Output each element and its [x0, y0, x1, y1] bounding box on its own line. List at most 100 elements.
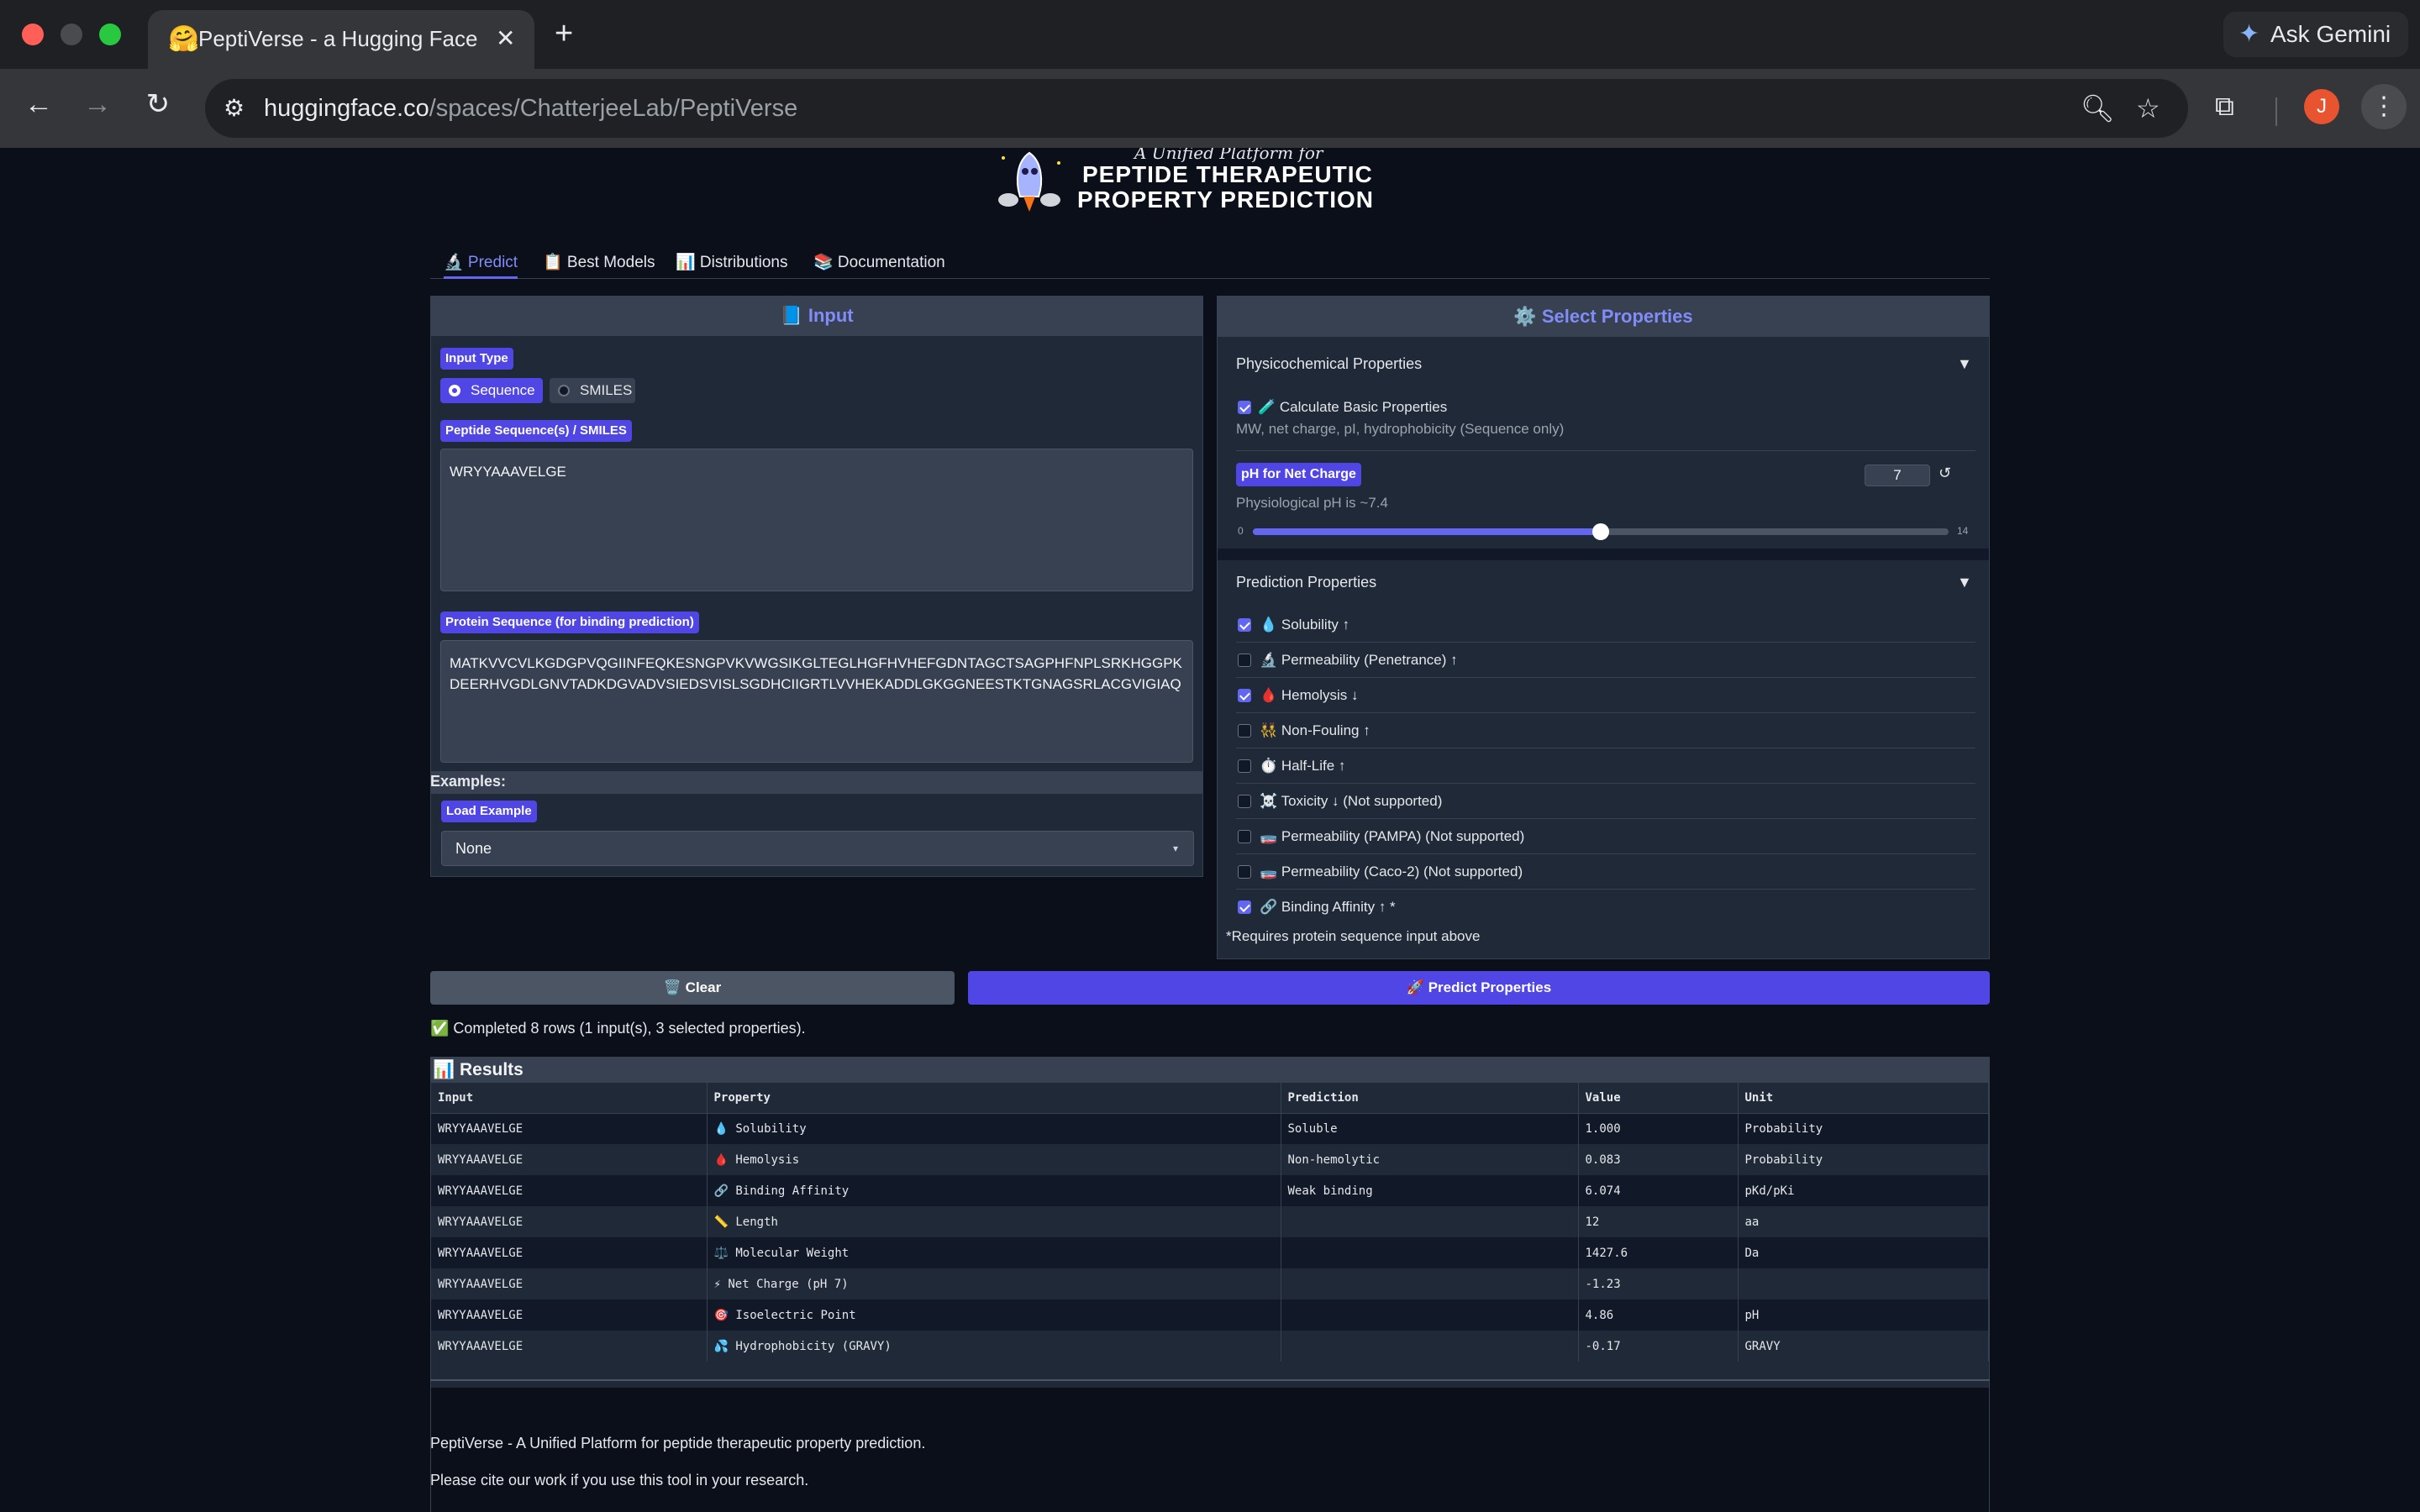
tab-documentation[interactable]: 📚 Documentation: [813, 249, 945, 279]
tab-best-models[interactable]: 📋 Best Models: [543, 249, 655, 279]
property-checkbox[interactable]: [1238, 795, 1251, 808]
cell-prediction: [1281, 1268, 1579, 1299]
cell-prediction: [1281, 1299, 1579, 1331]
property-checkbox[interactable]: [1238, 865, 1251, 879]
radio-sequence-label: Sequence: [471, 382, 535, 398]
property-row-permeability-caco2[interactable]: 🧫 Permeability (Caco-2) (Not supported): [1236, 854, 1975, 890]
property-checkbox[interactable]: [1238, 759, 1251, 773]
rocket-mascot-icon: [998, 151, 1060, 212]
load-example-select[interactable]: None ▾: [441, 831, 1194, 866]
profile-avatar[interactable]: J: [2304, 89, 2339, 124]
radio-smiles[interactable]: SMILES: [550, 378, 635, 403]
main-tabs: 🔬 Predict 📋 Best Models 📊 Distributions …: [430, 249, 1990, 279]
property-row-solubility[interactable]: 💧 Solubility ↑: [1236, 607, 1975, 643]
reset-icon[interactable]: ↺: [1939, 465, 1951, 482]
cell-prediction: [1281, 1331, 1579, 1362]
ph-number-input[interactable]: 7: [1865, 465, 1930, 486]
clear-button[interactable]: 🗑️ Clear: [430, 971, 955, 1005]
ph-slider-thumb[interactable]: [1592, 523, 1609, 540]
address-bar[interactable]: ⚙ huggingface.co/spaces/ChatterjeeLab/Pe…: [205, 79, 2188, 138]
cell-input: WRYYAAAVELGE: [431, 1113, 708, 1144]
column-header-value[interactable]: Value: [1578, 1083, 1739, 1114]
property-checkbox[interactable]: [1238, 830, 1251, 843]
prediction-group-title[interactable]: Prediction Properties: [1236, 574, 1376, 591]
window-minimize-button[interactable]: [60, 24, 82, 45]
back-arrow-icon[interactable]: ←: [20, 87, 57, 121]
property-row-half-life[interactable]: ⏱️ Half-Life ↑: [1236, 748, 1975, 784]
table-row: WRYYAAAVELGE 🩸 Hemolysis Non-hemolytic 0.08…: [431, 1144, 1989, 1175]
property-label: 🔬 Permeability (Penetrance) ↑: [1260, 652, 1458, 668]
results-title: 📊 Results: [431, 1058, 1989, 1083]
property-checkbox[interactable]: [1238, 654, 1251, 667]
property-row-non-fouling[interactable]: 👯 Non-Fouling ↑: [1236, 713, 1975, 748]
ph-min-label: 0: [1238, 525, 1244, 537]
group-gap: [1218, 549, 1989, 560]
tab-close-icon[interactable]: ✕: [496, 22, 515, 55]
browser-tab-active[interactable]: 🤗 PeptiVerse - a Hugging Face Space ✕: [148, 10, 534, 69]
cell-unit: pKd/pKi: [1738, 1175, 1989, 1206]
table-row: WRYYAAAVELGE ⚡ Net Charge (pH 7) -1.23: [431, 1268, 1989, 1299]
table-row: WRYYAAAVELGE 💦 Hydrophobicity (GRAVY) -0.1…: [431, 1331, 1989, 1362]
completion-status: ✅ Completed 8 rows (1 input(s), 3 select…: [430, 1020, 806, 1037]
property-checkbox[interactable]: [1238, 724, 1251, 738]
protein-sequence-input[interactable]: MATKVVCVLKGDGPVQGIINFEQKESNGPVKVWGSIKGLT…: [440, 640, 1193, 763]
property-row-binding-affinity[interactable]: 🔗 Binding Affinity ↑ *: [1236, 890, 1975, 925]
ph-max-label: 14: [1957, 525, 1969, 537]
property-label: 🧫 Permeability (Caco-2) (Not supported): [1260, 864, 1523, 879]
cell-property: ⚡ Net Charge (pH 7): [707, 1268, 1281, 1299]
collapse-triangle-icon[interactable]: ▼: [1957, 574, 1972, 591]
logo-title-line2: PROPERTY PREDICTION: [1077, 186, 1374, 213]
cell-input: WRYYAAAVELGE: [431, 1206, 708, 1237]
bookmark-star-icon[interactable]: ☆: [2136, 91, 2160, 126]
properties-panel: ⚙️ Select Properties Physicochemical Pro…: [1217, 296, 1990, 959]
reload-icon[interactable]: ↻: [139, 87, 176, 121]
column-header-property[interactable]: Property: [707, 1083, 1281, 1114]
property-checkbox[interactable]: [1238, 900, 1251, 914]
cell-value: 1.000: [1578, 1113, 1739, 1144]
peptide-sequence-input[interactable]: WRYYAAAVELGE: [440, 449, 1193, 591]
logo-title-line1: PEPTIDE THERAPEUTIC: [1082, 161, 1373, 187]
ask-gemini-button[interactable]: ✦ Ask Gemini: [2223, 12, 2408, 57]
url-text[interactable]: huggingface.co/spaces/ChatterjeeLab/Pept…: [264, 91, 797, 126]
tab-distributions[interactable]: 📊 Distributions: [676, 249, 787, 279]
table-row: WRYYAAAVELGE ⚖️ Molecular Weight 1427.6 Da: [431, 1237, 1989, 1268]
peptiverse-logo: A Unified Platform for PEPTIDE THERAPEUT…: [992, 148, 1373, 217]
zoom-icon[interactable]: 🔍︎: [2081, 91, 2115, 126]
cell-property: ⚖️ Molecular Weight: [707, 1237, 1281, 1268]
property-row-permeability-pampa[interactable]: 🧫 Permeability (PAMPA) (Not supported): [1236, 819, 1975, 854]
collapse-triangle-icon[interactable]: ▼: [1957, 355, 1972, 373]
property-row-permeability-penetrance[interactable]: 🔬 Permeability (Penetrance) ↑: [1236, 643, 1975, 678]
column-header-unit[interactable]: Unit: [1738, 1083, 1989, 1114]
table-row: WRYYAAAVELGE 💧 Solubility Soluble 1.000 Prob…: [431, 1113, 1989, 1144]
ph-slider[interactable]: [1253, 523, 1949, 540]
forward-arrow-icon[interactable]: →: [79, 87, 116, 121]
basic-properties-desc: MW, net charge, pI, hydrophobicity (Sequ…: [1236, 421, 1565, 437]
property-row-hemolysis[interactable]: 🩸 Hemolysis ↓: [1236, 678, 1975, 713]
cell-property: 🔗 Binding Affinity: [707, 1175, 1281, 1206]
radio-sequence[interactable]: Sequence: [440, 378, 543, 403]
new-tab-icon[interactable]: +: [555, 15, 573, 52]
cell-value: -0.17: [1578, 1331, 1739, 1362]
physicochemical-group-title[interactable]: Physicochemical Properties: [1236, 355, 1422, 373]
gemini-sparkle-icon: ✦: [2238, 20, 2260, 48]
radio-dot: [558, 385, 570, 396]
cell-input: WRYYAAAVELGE: [431, 1299, 708, 1331]
tab-predict[interactable]: 🔬 Predict: [444, 249, 518, 279]
basic-properties-checkbox[interactable]: [1238, 401, 1251, 414]
window-close-button[interactable]: [22, 24, 44, 45]
tab-search-icon[interactable]: ⧉: [2215, 87, 2234, 124]
window-maximize-button[interactable]: [99, 24, 121, 45]
column-header-input[interactable]: Input: [431, 1083, 708, 1114]
property-row-toxicity[interactable]: ☠️ Toxicity ↓ (Not supported): [1236, 784, 1975, 819]
property-checkbox[interactable]: [1238, 689, 1251, 702]
property-checkbox[interactable]: [1238, 618, 1251, 632]
cell-input: WRYYAAAVELGE: [431, 1175, 708, 1206]
tab-title: PeptiVerse - a Hugging Face Space: [198, 26, 484, 51]
property-label: 🔗 Binding Affinity ↑ *: [1260, 899, 1396, 915]
column-header-prediction[interactable]: Prediction: [1281, 1083, 1579, 1114]
ph-description: Physiological pH is ~7.4: [1236, 495, 1388, 511]
site-info-icon[interactable]: ⚙: [224, 92, 245, 124]
predict-properties-button[interactable]: 🚀 Predict Properties: [968, 971, 1990, 1005]
browser-menu-icon[interactable]: ⋮: [2361, 84, 2407, 129]
ph-slider-fill: [1253, 528, 1601, 535]
